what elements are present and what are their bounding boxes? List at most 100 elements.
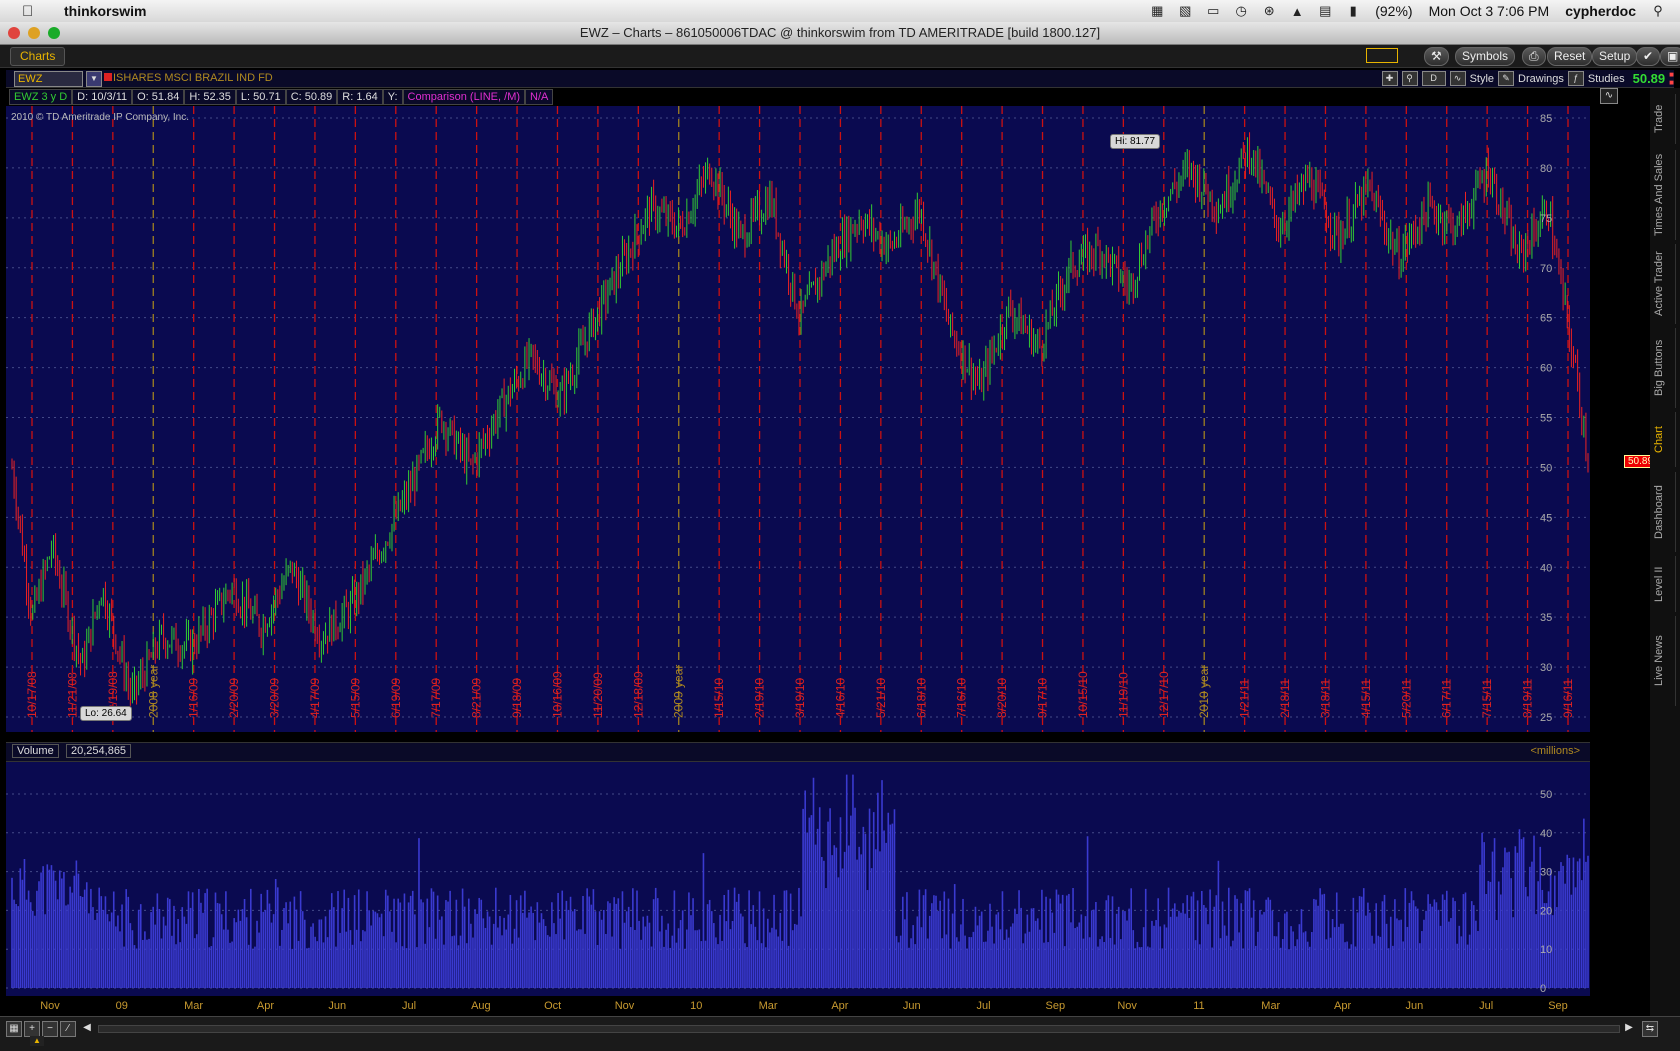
comparison-study[interactable]: Comparison (LINE, /M) — [402, 89, 526, 105]
side-tabs: Trade Times And Sales Active Trader Big But… — [1650, 88, 1680, 1028]
volume-value: 20,254,865 — [66, 744, 132, 758]
bluetooth-icon[interactable]: ⊛ — [1255, 3, 1283, 19]
bar-low: L: 50.71 — [235, 89, 286, 105]
side-tab-chart[interactable]: Chart — [1653, 412, 1676, 467]
link-color-box[interactable] — [1366, 48, 1398, 63]
zoom-out-icon[interactable]: − — [42, 1021, 58, 1037]
zoom-icon[interactable]: ⚲ — [1401, 71, 1418, 86]
apple-menu-icon[interactable]:  — [22, 3, 44, 20]
close-window-button[interactable] — [8, 27, 20, 39]
main-toolbar: Charts ⚒ Symbols ⎙ Reset Setup ✔ ▣ — [0, 45, 1680, 68]
month-label: Jun — [328, 1000, 346, 1012]
app-menu[interactable]: thinkorswim — [64, 3, 146, 19]
display-icon[interactable]: ▭ — [1199, 3, 1227, 19]
month-label: Jun — [1406, 1000, 1424, 1012]
zoom-in-icon[interactable]: + — [24, 1021, 40, 1037]
minimize-window-button[interactable] — [28, 27, 40, 39]
studies-icon[interactable]: ƒ — [1567, 71, 1584, 86]
price-tick-label: 80 — [1540, 163, 1552, 175]
dropbox-icon[interactable]: ▦ — [1143, 3, 1171, 19]
bar-range: R: 1.64 — [337, 89, 383, 105]
battery-percent[interactable]: (92%) — [1367, 3, 1420, 19]
side-tab-live-news[interactable]: Live News — [1653, 616, 1676, 706]
month-label: Jun — [903, 1000, 921, 1012]
side-tab-times-and-sales[interactable]: Times And Sales — [1653, 150, 1676, 240]
input-menu-icon[interactable]: ▤ — [1311, 3, 1339, 19]
drawings-icon[interactable]: ✎ — [1498, 71, 1515, 86]
side-tab-dashboard[interactable]: Dashboard — [1653, 472, 1676, 552]
collapse-icon[interactable]: ▲ — [30, 1036, 44, 1046]
month-label: Mar — [759, 1000, 778, 1012]
reset-button[interactable]: Reset — [1547, 47, 1593, 66]
scroll-left-icon[interactable]: ◀ — [80, 1021, 94, 1035]
studies-button[interactable]: Studies — [1588, 73, 1625, 85]
price-tick-label: 45 — [1540, 512, 1552, 524]
date-label: 2/19/10 — [753, 678, 767, 718]
aggregation-period[interactable]: D — [1421, 71, 1446, 86]
comparison-value: N/A — [525, 89, 554, 105]
drawing-line-icon[interactable]: ∕ — [60, 1021, 76, 1037]
battery-icon[interactable]: ▮ — [1339, 3, 1367, 19]
date-label: 8/21/09 — [470, 678, 484, 718]
date-label: 10/17/08 — [25, 671, 39, 718]
date-label: 7/17/09 — [429, 678, 443, 718]
alert-flag-icon[interactable] — [104, 73, 112, 81]
symbol-row: EWZ ▼ ISHARES MSCI BRAZIL IND FD ✚ ⚲ D ∿… — [6, 70, 1674, 88]
date-label: 8/20/10 — [995, 678, 1009, 718]
chart-settings-label[interactable]: EWZ 3 y D — [9, 89, 73, 105]
print-icon[interactable]: ⎙ — [1522, 47, 1546, 66]
month-label: Jul — [1479, 1000, 1493, 1012]
wrench-icon[interactable]: ⚒ — [1424, 47, 1449, 66]
detach-icon[interactable]: ▣ — [1660, 47, 1680, 66]
price-tick-label: 30 — [1540, 662, 1552, 674]
month-label: Nov — [40, 1000, 60, 1012]
drawings-button[interactable]: Drawings — [1518, 73, 1564, 85]
date-label: 4/17/09 — [308, 678, 322, 718]
side-tab-level-ii[interactable]: Level II — [1653, 556, 1676, 612]
volume-chart[interactable]: 0 10 20 30 40 50 — [6, 762, 1590, 996]
month-label: 09 — [116, 1000, 128, 1012]
grid-layout-icon[interactable]: ▦ — [6, 1021, 22, 1037]
bar-open: O: 51.84 — [132, 89, 185, 105]
time-machine-icon[interactable]: ◷ — [1227, 3, 1255, 19]
window-titlebar: EWZ – Charts – 861050006TDAC @ thinkorsw… — [0, 22, 1680, 45]
price-chart[interactable]: 25 30 35 40 45 50 55 60 65 70 75 80 85 10/17/08 11/21… — [6, 106, 1590, 732]
month-label: Jul — [402, 1000, 416, 1012]
date-label: 10/15/10 — [1076, 671, 1090, 718]
pin-icon[interactable]: ✔ — [1636, 47, 1661, 66]
side-tab-active-trader[interactable]: Active Trader — [1653, 244, 1676, 324]
side-tab-big-buttons[interactable]: Big Buttons — [1653, 328, 1676, 408]
user-menu[interactable]: cypherdoc — [1557, 3, 1644, 19]
horizontal-scrollbar[interactable] — [98, 1025, 1620, 1033]
date-label: 7/15/11 — [1480, 679, 1494, 718]
date-label: 7/16/10 — [955, 678, 969, 718]
scroll-right-icon[interactable]: ▶ — [1622, 1021, 1636, 1035]
crosshair-icon[interactable]: ✚ — [1381, 71, 1398, 86]
month-label: Mar — [184, 1000, 203, 1012]
price-axis-toggle-icon[interactable]: ∿ — [1600, 88, 1618, 104]
volume-unit: <millions> — [1530, 745, 1580, 757]
side-tab-trade[interactable]: Trade — [1653, 94, 1676, 144]
expand-icon[interactable]: ⇆ — [1642, 1021, 1658, 1037]
symbols-button[interactable]: Symbols — [1455, 47, 1516, 66]
low-annotation: Lo: 26.64 — [80, 706, 132, 721]
month-label: Nov — [615, 1000, 635, 1012]
date-label: 6/17/11 — [1440, 679, 1454, 718]
style-button[interactable]: Style — [1470, 73, 1494, 85]
setup-button[interactable]: Setup — [1592, 47, 1638, 66]
date-label: 10/16/09 — [550, 671, 564, 718]
bottom-bar: ▦ + − ∕ ◀ ▶ ⇆ ▲ — [0, 1016, 1680, 1051]
date-label: 4/16/10 — [833, 678, 847, 718]
style-icon[interactable]: ∿ — [1449, 71, 1466, 86]
window-title: EWZ – Charts – 861050006TDAC @ thinkorsw… — [579, 25, 1101, 40]
symbol-dropdown-icon[interactable]: ▼ — [86, 71, 102, 87]
tab-charts[interactable]: Charts — [10, 47, 66, 66]
symbol-input[interactable]: EWZ — [14, 71, 83, 87]
date-label: 4/15/11 — [1359, 679, 1373, 718]
zoom-window-button[interactable] — [48, 27, 60, 39]
month-label: 10 — [690, 1000, 702, 1012]
evernote-icon[interactable]: ▧ — [1171, 3, 1199, 19]
spotlight-icon[interactable]: ⚲ — [1644, 3, 1672, 19]
clock[interactable]: Mon Oct 3 7:06 PM — [1421, 3, 1558, 19]
wifi-icon[interactable]: ▲ — [1283, 4, 1311, 19]
